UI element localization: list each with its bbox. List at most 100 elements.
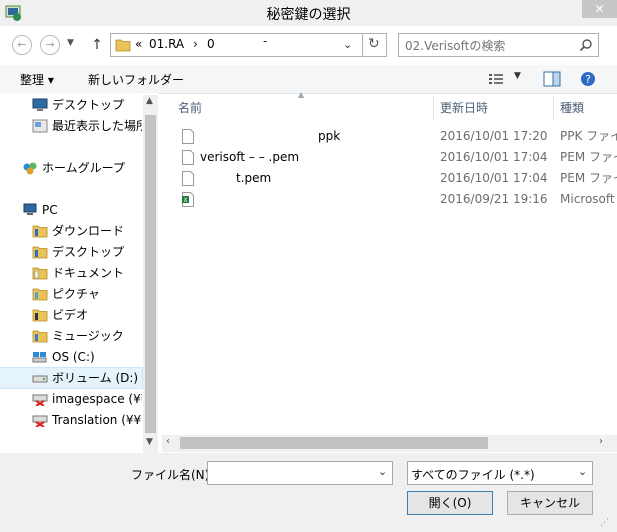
search-box[interactable] (398, 33, 599, 57)
breadcrumb-0[interactable]: 0 (207, 37, 215, 51)
drive-d-icon (32, 375, 48, 383)
back-arrow-icon: ← (17, 38, 27, 51)
view-options-button[interactable]: ▼ (488, 71, 528, 87)
nav-item[interactable]: ダウンロード (0, 221, 142, 241)
file-date: 2016/10/01 17:04 (440, 150, 548, 164)
nav-item-label: ビデオ (52, 308, 89, 322)
filename-input[interactable] (210, 464, 374, 484)
folder-icon (115, 39, 131, 52)
svg-text:X: X (183, 197, 187, 204)
recent-locations-dropdown[interactable]: ▼ (67, 38, 74, 48)
file-type: PEM ファイ (560, 171, 617, 185)
open-button[interactable]: 開く(O) (407, 491, 493, 515)
scroll-right-icon[interactable]: › (599, 436, 603, 447)
breadcrumb-01ra[interactable]: 01.RA (149, 37, 184, 51)
address-bar[interactable]: « 01.RA › 0 - ⌄ (110, 33, 387, 57)
close-icon: ✕ (594, 2, 605, 16)
nav-item[interactable]: ビデオ (0, 305, 142, 325)
up-arrow-icon: ↑ (91, 37, 103, 53)
file-list-scroll-thumb[interactable] (180, 437, 488, 449)
refresh-button[interactable]: ↻ (362, 33, 387, 57)
videos-folder-icon (32, 309, 48, 322)
nav-vertical-scrollbar[interactable]: ▲ ▼ (143, 95, 158, 453)
forward-arrow-icon: → (45, 38, 55, 51)
pc-icon (23, 203, 37, 215)
nav-item-label: ミュージック (52, 329, 124, 343)
resize-grip-icon[interactable]: ⋰ (600, 516, 614, 530)
nav-item-label: Translation (¥¥ (52, 413, 142, 427)
address-dropdown-chevron-icon[interactable]: ⌄ (343, 38, 352, 51)
nav-item-label: ドキュメント (52, 266, 125, 280)
nav-item[interactable]: OS (C:) (0, 347, 142, 367)
file-row[interactable]: ppk 2016/10/01 17:20 PPK ファイ (178, 126, 617, 147)
file-date: 2016/10/01 17:04 (440, 171, 548, 185)
column-header-type[interactable]: 種類 (560, 98, 584, 118)
nav-item[interactable]: デスクトップ (0, 242, 142, 262)
nav-item-label: PC (42, 203, 58, 217)
filename-combobox[interactable]: ⌄ (207, 461, 393, 485)
nav-item-label: OS (C:) (52, 350, 95, 364)
file-row[interactable]: X 2016/09/21 19:16 Microsoft (178, 189, 617, 210)
file-row[interactable]: verisoft – – .pem 2016/10/01 17:04 PEM フ… (178, 147, 617, 168)
cancel-button[interactable]: キャンセル (507, 491, 593, 515)
nav-item[interactable]: ドキュメント (0, 263, 142, 283)
nav-item[interactable]: ホームグループ (0, 158, 142, 178)
music-folder-icon (32, 330, 48, 343)
forward-button[interactable]: → (40, 35, 60, 55)
new-folder-button[interactable]: 新しいフォルダー (88, 71, 184, 88)
view-details-icon (489, 74, 503, 84)
up-button[interactable]: ↑ (90, 36, 104, 54)
nav-item-label: 最近表示した場所 (52, 119, 142, 133)
column-header-name[interactable]: 名前 (178, 98, 202, 118)
file-type: PEM ファイ (560, 150, 617, 164)
filename-label: ファイル名(N): (131, 468, 214, 482)
organize-button[interactable]: 整理 ▾ (20, 71, 54, 88)
nav-item-label: ボリューム (D:) (52, 371, 139, 385)
search-icon (579, 39, 592, 52)
search-input[interactable] (403, 36, 577, 56)
nav-item[interactable]: デスクトップ (0, 95, 142, 115)
sort-indicator-icon: ▲ (298, 90, 305, 99)
file-type: Microsoft (560, 192, 615, 206)
view-chevron-down-icon: ▼ (514, 71, 521, 81)
nav-item-label: デスクトップ (52, 245, 125, 259)
nav-item[interactable]: ミュージック (0, 326, 142, 346)
file-date: 2016/10/01 17:20 (440, 129, 548, 143)
file-name: verisoft – – .pem (200, 150, 300, 164)
window-title: 秘密鍵の選択 (266, 7, 351, 23)
network-drive-icon (32, 415, 48, 427)
filename-dropdown-chevron-icon[interactable]: ⌄ (378, 465, 387, 478)
excel-file-icon: X (182, 192, 194, 207)
file-row[interactable]: t.pem 2016/10/01 17:04 PEM ファイ (178, 168, 617, 189)
svg-text:?: ? (585, 73, 591, 86)
preview-pane-icon[interactable] (543, 71, 561, 87)
close-button[interactable]: ✕ (582, 0, 617, 18)
generic-file-icon (182, 150, 194, 165)
column-divider[interactable] (553, 96, 554, 120)
desktop-folder-icon (32, 246, 48, 259)
filter-dropdown-chevron-icon[interactable]: ⌄ (578, 465, 587, 478)
navigation-pane: デスクトップ 最近表示した場所 ホームグループ PC ダウンロード デスクトップ ドキュメン… (0, 93, 158, 453)
scroll-down-icon[interactable]: ▼ (146, 437, 153, 447)
file-type: PPK ファイ (560, 129, 617, 143)
nav-item[interactable]: PC (0, 200, 142, 220)
scroll-up-icon[interactable]: ▲ (146, 96, 153, 106)
nav-item[interactable]: 最近表示した場所 (0, 116, 142, 136)
nav-item[interactable]: Translation (¥¥ (0, 410, 142, 430)
breadcrumb-separator[interactable]: › (193, 37, 198, 51)
scroll-left-icon[interactable]: ‹ (166, 436, 170, 447)
nav-scroll-thumb[interactable] (145, 115, 156, 433)
help-icon[interactable]: ? (580, 71, 596, 87)
generic-file-icon (182, 171, 194, 186)
file-type-filter-select[interactable]: すべてのファイル (*.*) ⌄ (407, 461, 593, 485)
column-header-date[interactable]: 更新日時 (440, 98, 488, 118)
pictures-folder-icon (32, 288, 48, 301)
nav-item[interactable]: ピクチャ (0, 284, 142, 304)
nav-item-label: ホームグループ (42, 161, 125, 175)
nav-item[interactable]: imagespace (¥¥ (0, 389, 142, 409)
network-drive-icon (32, 394, 48, 406)
back-button[interactable]: ← (12, 35, 32, 55)
column-divider[interactable] (433, 96, 434, 120)
nav-item-label: imagespace (¥¥ (52, 392, 142, 406)
nav-item[interactable]: ボリューム (D:) (0, 367, 143, 389)
